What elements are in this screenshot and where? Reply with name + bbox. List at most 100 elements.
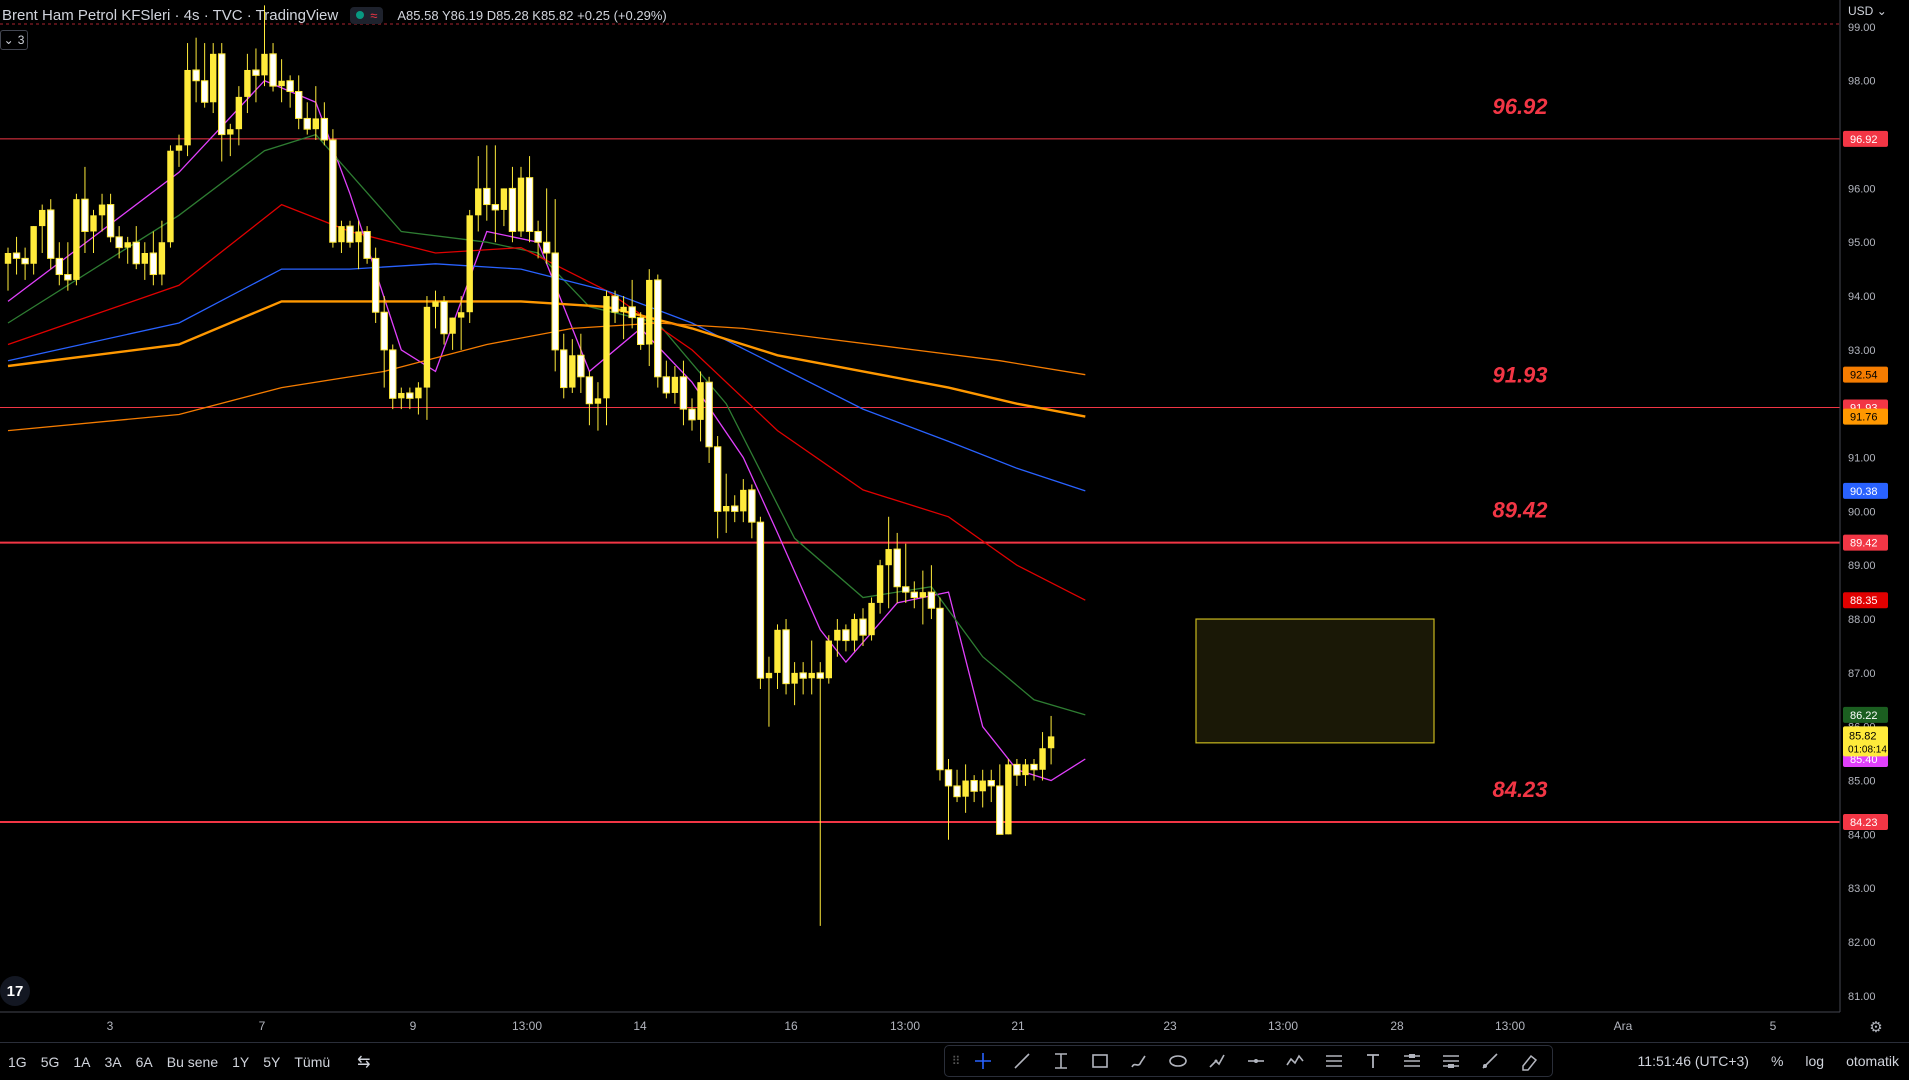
candle-body [90, 215, 97, 232]
price-badge-label: 89.42 [1850, 538, 1878, 550]
candle-body [842, 629, 850, 642]
candle-body [30, 226, 37, 264]
time-axis-label: 13:00 [512, 1019, 542, 1033]
price-badge-label: 92.54 [1850, 370, 1878, 382]
price-chart[interactable]: 96.9291.9389.4284.2399.0098.0097.0096.00… [0, 0, 1909, 1042]
bottom-right-controls: 11:51:46 (UTC+3) % log otomatik [1638, 1042, 1899, 1079]
candle-body [371, 257, 380, 313]
range-button[interactable]: Tümü [287, 1054, 337, 1070]
time-axis-label: 13:00 [1495, 1019, 1525, 1033]
price-axis-label: 95.00 [1848, 237, 1876, 249]
price-badge-label: 88.35 [1850, 595, 1878, 607]
candle-body [808, 672, 815, 679]
rectangle-drawing[interactable] [1195, 618, 1435, 744]
candle-body [81, 198, 89, 232]
candle-body [876, 565, 884, 603]
text-icon[interactable] [1353, 1046, 1392, 1076]
candle-body [115, 236, 123, 249]
candle-body [167, 150, 174, 243]
price-axis-label: 90.00 [1848, 506, 1876, 518]
candle-body [996, 785, 1004, 835]
clock[interactable]: 11:51:46 (UTC+3) [1638, 1053, 1749, 1069]
candle-body [55, 257, 63, 276]
parallel-channel-icon[interactable] [1314, 1046, 1353, 1076]
time-axis-label: 16 [784, 1019, 798, 1033]
crosshair-icon[interactable] [963, 1046, 1002, 1076]
candle-body [1013, 763, 1021, 776]
candle-body [774, 629, 781, 673]
countdown-label: 01:08:14 [1848, 744, 1887, 755]
level-label: 96.92 [1492, 94, 1548, 119]
candle-body [200, 80, 209, 103]
candle-body [748, 489, 756, 523]
long-position-icon[interactable] [1392, 1046, 1431, 1076]
price-badge-label: 84.23 [1850, 817, 1878, 829]
candle-body [269, 53, 277, 87]
candle-body [261, 53, 268, 76]
range-button[interactable]: 6A [129, 1054, 160, 1070]
range-button[interactable]: 5G [34, 1054, 67, 1070]
candle-body [910, 591, 918, 599]
pattern-icon[interactable] [1275, 1046, 1314, 1076]
ray-icon[interactable] [1470, 1046, 1509, 1076]
date-range-picker-icon[interactable]: ⇆ [357, 1052, 370, 1072]
path-icon[interactable] [1197, 1046, 1236, 1076]
candle-body [740, 489, 747, 512]
candle-body [329, 139, 337, 243]
range-button[interactable]: 1Y [225, 1054, 256, 1070]
ellipse-icon[interactable] [1158, 1046, 1197, 1076]
auto-scale-button[interactable]: otomatik [1846, 1053, 1899, 1069]
trend-line-icon[interactable] [1002, 1046, 1041, 1076]
candle-body [765, 672, 773, 679]
ohlc-values: A85.58 Y86.19 D85.28 K85.82 +0.25 (+0.29… [397, 7, 667, 23]
candle-body [671, 376, 679, 393]
candle-body [192, 69, 200, 82]
price-axis-label: 93.00 [1848, 345, 1876, 357]
drag-handle-icon[interactable]: ⠿ [949, 1054, 963, 1068]
tradingview-logo-icon[interactable]: 17 [0, 976, 30, 1006]
candle-body [12, 252, 21, 259]
candle-body [4, 253, 12, 264]
price-axis-label: 81.00 [1848, 991, 1876, 1003]
price-axis-label: 91.00 [1848, 453, 1876, 465]
candle-body [235, 96, 243, 130]
range-button[interactable]: 3A [98, 1054, 129, 1070]
current-price-label: 85.82 [1849, 730, 1877, 742]
candle-body [415, 387, 422, 399]
candle-body [158, 242, 166, 275]
eraser-icon[interactable] [1509, 1046, 1548, 1076]
data-delay-icon: ≈ [370, 7, 378, 23]
candle-body [320, 117, 329, 141]
range-button[interactable]: 1A [66, 1054, 97, 1070]
brush-icon[interactable] [1119, 1046, 1158, 1076]
candle-body [457, 312, 465, 318]
percent-scale-button[interactable]: % [1771, 1053, 1783, 1069]
candle-body [620, 306, 627, 313]
currency-selector[interactable]: USD ⌄ [1848, 4, 1887, 18]
indicator-toggle-button[interactable]: ⌄ 3 [0, 30, 28, 50]
horizontal-line-icon[interactable] [1236, 1046, 1275, 1076]
candle-body [1005, 764, 1012, 835]
time-axis-label: Ara [1614, 1019, 1633, 1033]
rectangle-icon[interactable] [1080, 1046, 1119, 1076]
market-status[interactable]: ≈ [350, 6, 384, 24]
range-button[interactable]: 5Y [256, 1054, 287, 1070]
candle-body [662, 376, 671, 394]
moving-average-line [7, 300, 1086, 418]
time-axis-label: 13:00 [890, 1019, 920, 1033]
price-badge-label: 86.22 [1850, 710, 1878, 722]
candle-body [380, 311, 388, 351]
gear-icon[interactable]: ⚙ [1869, 1018, 1882, 1036]
symbol-title[interactable]: Brent Ham Petrol KFSleri · 4s · TVC · Tr… [2, 7, 338, 24]
candle-body [500, 188, 508, 210]
candle-body [98, 204, 106, 216]
fib-icon[interactable] [1041, 1046, 1080, 1076]
range-button[interactable]: 1G [0, 1054, 34, 1070]
log-scale-button[interactable]: log [1805, 1053, 1824, 1069]
range-button[interactable]: Bu sene [160, 1054, 225, 1070]
candle-body [551, 252, 559, 351]
short-position-icon[interactable] [1431, 1046, 1470, 1076]
price-axis-label: 87.00 [1848, 668, 1876, 680]
candle-body [1030, 763, 1038, 771]
candle-body [525, 177, 534, 232]
